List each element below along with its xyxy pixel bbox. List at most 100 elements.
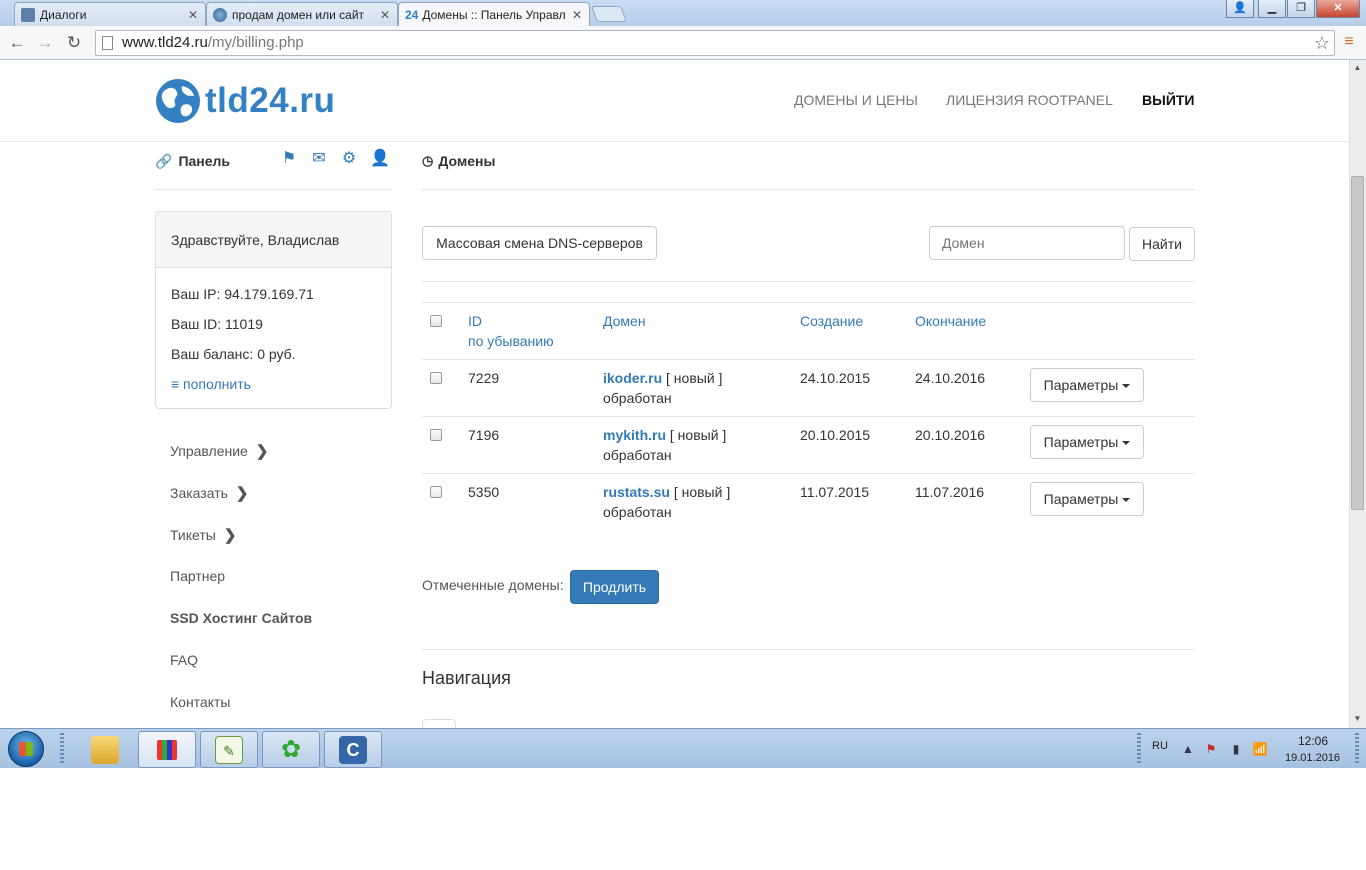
user-balance: Ваш баланс: 0 руб.	[171, 346, 296, 362]
sidebar-item-order[interactable]: Заказать ❯	[170, 484, 249, 502]
back-arrow-icon[interactable]: ←	[6, 32, 28, 54]
address-bar[interactable]: www.tld24.ru/my/billing.php ☆	[95, 30, 1335, 56]
column-header-created[interactable]: Создание	[800, 311, 863, 331]
button-label: Параметры	[1043, 491, 1119, 507]
restore-icon[interactable]: ❐	[1287, 0, 1315, 18]
close-icon[interactable]: ✕	[187, 8, 199, 22]
chevron-right-icon: ❯	[255, 443, 269, 460]
navigation-heading: Навигация	[422, 668, 511, 688]
site-header: tld24.ru ДОМЕНЫ И ЦЕНЫ ЛИЦЕНЗИЯ ROOTPANE…	[0, 61, 1349, 142]
browser-tab-domains[interactable]: 24 Домены :: Панель Управл ✕	[398, 2, 590, 27]
envelope-icon[interactable]: ✉	[310, 150, 328, 168]
parameters-dropdown-button[interactable]: Параметры	[1030, 368, 1144, 402]
link-icon: 🔗	[155, 152, 173, 169]
parameters-dropdown-button[interactable]: Параметры	[1030, 482, 1144, 516]
scrollbar-thumb[interactable]	[1351, 176, 1364, 510]
taskbar-icq[interactable]: ✿	[262, 731, 320, 768]
scroll-up-icon[interactable]: ▲	[1351, 62, 1364, 74]
network-signal-icon[interactable]: 📶	[1252, 741, 1268, 757]
browser-menu-icon[interactable]: ≡	[1341, 34, 1357, 50]
browser-tab-forum[interactable]: продам домен или сайт ✕	[206, 2, 398, 26]
taskbar-explorer[interactable]	[76, 731, 134, 768]
flag-warning-icon[interactable]: ⚑	[1203, 741, 1219, 757]
sidebar-item-management[interactable]: Управление ❯	[170, 442, 268, 460]
search-button[interactable]: Найти	[1129, 227, 1195, 261]
start-button[interactable]	[8, 731, 44, 767]
column-header-id[interactable]: ID	[468, 311, 482, 331]
row-domain-cell: rustats.su [ новый ]	[603, 482, 730, 502]
user-icon[interactable]: 👤	[370, 150, 390, 168]
taskbar-notepadpp[interactable]: ✎	[200, 731, 258, 768]
forward-arrow-icon[interactable]: →	[34, 32, 56, 54]
row-expires: 11.07.2016	[915, 484, 985, 500]
domain-link[interactable]: ikoder.ru	[603, 370, 662, 386]
domain-link[interactable]: rustats.su	[603, 484, 670, 500]
column-header-expires[interactable]: Окончание	[915, 311, 986, 331]
main-divider	[422, 281, 1195, 282]
sidebar-item-ssd-hosting[interactable]: SSD Хостинг Сайтов	[170, 610, 312, 626]
panel-title: Панель	[178, 153, 231, 169]
user-id: Ваш ID: 11019	[171, 316, 263, 332]
greeting: Здравствуйте, Владислав	[156, 212, 391, 268]
row-domain-cell: mykith.ru [ новый ]	[603, 425, 726, 445]
row-expires: 24.10.2016	[915, 370, 986, 386]
taskbar-chrome[interactable]	[138, 731, 196, 768]
caret-down-icon	[1122, 498, 1131, 503]
row-status: обработан	[603, 390, 672, 406]
domain-link[interactable]: mykith.ru	[603, 427, 666, 443]
tab-title: Диалоги	[40, 7, 87, 22]
sidebar-divider	[155, 189, 392, 190]
select-all-checkbox[interactable]	[430, 315, 442, 327]
row-created: 24.10.2015	[800, 370, 871, 386]
sidebar-item-contacts[interactable]: Контакты	[170, 694, 230, 710]
renew-button[interactable]: Продлить	[570, 570, 659, 604]
minimize-icon[interactable]: ▁	[1258, 0, 1286, 18]
site-logo[interactable]: tld24.ru	[155, 77, 335, 125]
nav-domains-prices[interactable]: ДОМЕНЫ И ЦЕНЫ	[794, 92, 918, 108]
panel-heading: 🔗 Панель	[155, 151, 230, 171]
sidebar-item-partner[interactable]: Партнер	[170, 568, 225, 584]
column-header-domain[interactable]: Домен	[603, 311, 646, 331]
row-checkbox[interactable]	[430, 429, 442, 441]
marked-domains-label: Отмеченные домены:	[422, 577, 564, 593]
vk-favicon-icon	[21, 7, 35, 22]
clock-time[interactable]: 12:06	[1298, 734, 1328, 748]
sidebar-item-faq[interactable]: FAQ	[170, 652, 198, 668]
row-id: 5350	[468, 484, 500, 500]
row-checkbox[interactable]	[430, 372, 442, 384]
domain-search-input[interactable]	[929, 226, 1125, 260]
show-desktop[interactable]	[1355, 733, 1359, 765]
flag-icon[interactable]: ⚑	[280, 150, 298, 168]
parameters-dropdown-button[interactable]: Параметры	[1030, 425, 1144, 459]
bookmark-star-icon[interactable]: ☆	[1314, 31, 1330, 55]
scroll-down-icon[interactable]: ▼	[1351, 713, 1364, 725]
topup-link[interactable]: ≡ пополнить	[171, 376, 251, 392]
row-checkbox[interactable]	[430, 486, 442, 498]
tab-title: продам домен или сайт	[232, 7, 365, 22]
browser-tab-dialogs[interactable]: Диалоги ✕	[14, 2, 206, 26]
gear-icon[interactable]: ⚙	[340, 150, 358, 168]
sidebar-item-tickets[interactable]: Тикеты ❯	[170, 526, 236, 544]
row-created: 11.07.2015	[800, 484, 870, 500]
power-icon[interactable]: ▮	[1228, 741, 1244, 757]
tab-title: Домены :: Панель Управл	[422, 8, 566, 22]
globe-favicon-icon	[213, 7, 227, 22]
tray-expand-icon[interactable]: ▲	[1180, 741, 1196, 757]
close-window-icon[interactable]: ✕	[1316, 0, 1360, 18]
taskbar-app[interactable]: C	[324, 731, 382, 768]
mass-dns-change-button[interactable]: Массовая смена DNS-серверов	[422, 226, 657, 260]
chevron-right-icon: ❯	[235, 485, 249, 502]
page-title: Домены	[438, 153, 496, 169]
new-tab-button[interactable]	[591, 6, 627, 22]
close-icon[interactable]: ✕	[571, 8, 583, 22]
nav-rootpanel-license[interactable]: ЛИЦЕНЗИЯ ROOTPANEL	[946, 92, 1113, 108]
close-icon[interactable]: ✕	[379, 8, 391, 22]
sidebar-item-label: Партнер	[170, 568, 226, 584]
language-indicator[interactable]: RU	[1152, 740, 1168, 752]
user-icon[interactable]: 👤	[1226, 0, 1254, 18]
main-heading: ◷ Домены	[422, 151, 495, 171]
clock-date[interactable]: 19.01.2016	[1285, 752, 1340, 764]
reload-icon[interactable]: ↻	[63, 32, 85, 54]
column-sort-order[interactable]: по убыванию	[468, 331, 554, 351]
nav-logout[interactable]: ВЫЙТИ	[1142, 92, 1195, 108]
